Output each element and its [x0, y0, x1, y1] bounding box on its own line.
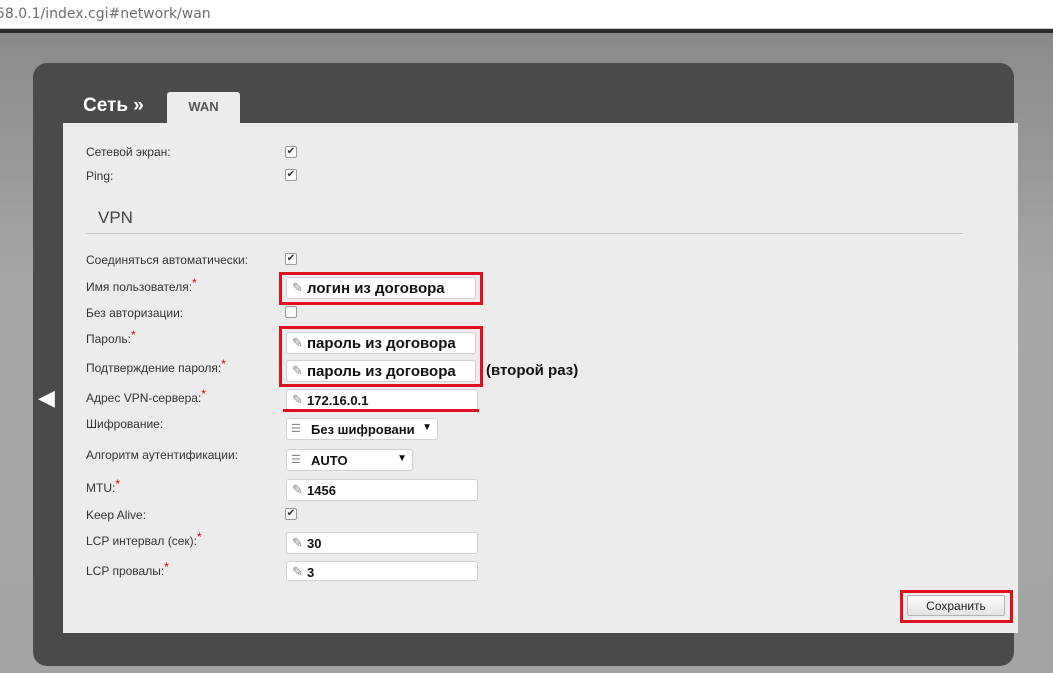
- password-confirm-label: Подтверждение пароля:*: [86, 357, 226, 375]
- auto-connect-label: Соединяться автоматически:: [86, 253, 249, 267]
- pencil-icon: ✎: [292, 363, 303, 378]
- lcp-interval-input[interactable]: ✎ 30: [286, 532, 478, 554]
- list-icon: ☰: [291, 454, 301, 466]
- username-input[interactable]: ✎ логин из договора: [286, 277, 476, 299]
- no-auth-checkbox[interactable]: [285, 306, 297, 318]
- vpn-server-input[interactable]: ✎ 172.16.0.1: [286, 389, 478, 411]
- pencil-icon: ✎: [292, 482, 303, 497]
- tab-wan[interactable]: WAN: [167, 92, 240, 124]
- pencil-icon: ✎: [292, 564, 303, 579]
- vpn-server-label: Адрес VPN-сервера:*: [86, 387, 206, 405]
- ping-label: Ping:: [86, 169, 114, 183]
- auto-connect-checkbox[interactable]: ✔: [285, 253, 297, 265]
- auth-algo-label: Алгоритм аутентификации:: [86, 448, 239, 462]
- highlight-underline-vpn-server: [283, 409, 479, 412]
- required-mark: *: [221, 357, 226, 371]
- firewall-checkbox[interactable]: ✔: [285, 146, 297, 158]
- second-time-note: (второй раз): [486, 362, 579, 379]
- required-mark: *: [130, 328, 136, 342]
- lcp-failures-input[interactable]: ✎ 3: [286, 561, 478, 581]
- encryption-select[interactable]: ☰ Без шифровани ▼: [286, 418, 438, 440]
- form-scroll-area[interactable]: [63, 123, 1018, 581]
- encryption-label: Шифрование:: [86, 417, 164, 431]
- mtu-label: MTU:*: [86, 477, 120, 495]
- ping-checkbox[interactable]: ✔: [285, 169, 297, 181]
- keepalive-checkbox[interactable]: ✔: [285, 508, 297, 520]
- required-mark: *: [115, 477, 120, 491]
- vpn-section-title: VPN: [98, 208, 133, 227]
- required-mark: *: [192, 276, 197, 290]
- dropdown-arrow-icon: ▼: [422, 422, 432, 433]
- save-button[interactable]: Сохранить: [907, 595, 1005, 616]
- toolbar-divider: [0, 29, 1053, 33]
- password-label: Пароль:*: [86, 328, 136, 346]
- required-mark: *: [197, 530, 202, 544]
- pencil-icon: ✎: [292, 335, 303, 350]
- breadcrumb[interactable]: Сеть »: [83, 95, 144, 117]
- address-bar[interactable]: 58.0.1/index.cgi#network/wan: [0, 0, 1053, 29]
- back-arrow-icon[interactable]: ◀: [38, 385, 55, 411]
- required-mark: *: [164, 560, 169, 574]
- pencil-icon: ✎: [292, 392, 303, 407]
- username-label: Имя пользователя:*: [86, 276, 197, 294]
- section-divider: [86, 233, 963, 234]
- auth-algo-select[interactable]: ☰ AUTO ▼: [286, 449, 413, 471]
- list-icon: ☰: [291, 423, 301, 435]
- password-confirm-input[interactable]: ✎ пароль из договора: [286, 360, 476, 382]
- lcp-interval-label: LCP интервал (сек):*: [86, 530, 202, 548]
- keepalive-label: Keep Alive:: [86, 508, 147, 522]
- password-input[interactable]: ✎ пароль из договора: [286, 332, 476, 354]
- no-auth-label: Без авторизации:: [86, 306, 184, 320]
- dropdown-arrow-icon: ▼: [397, 453, 407, 464]
- url-text[interactable]: 58.0.1/index.cgi#network/wan: [0, 6, 211, 22]
- pencil-icon: ✎: [292, 535, 303, 550]
- lcp-failures-label: LCP провалы:*: [86, 560, 169, 578]
- pencil-icon: ✎: [292, 280, 303, 295]
- firewall-label: Сетевой экран:: [86, 145, 171, 159]
- required-mark: *: [201, 387, 206, 401]
- mtu-input[interactable]: ✎ 1456: [286, 479, 478, 501]
